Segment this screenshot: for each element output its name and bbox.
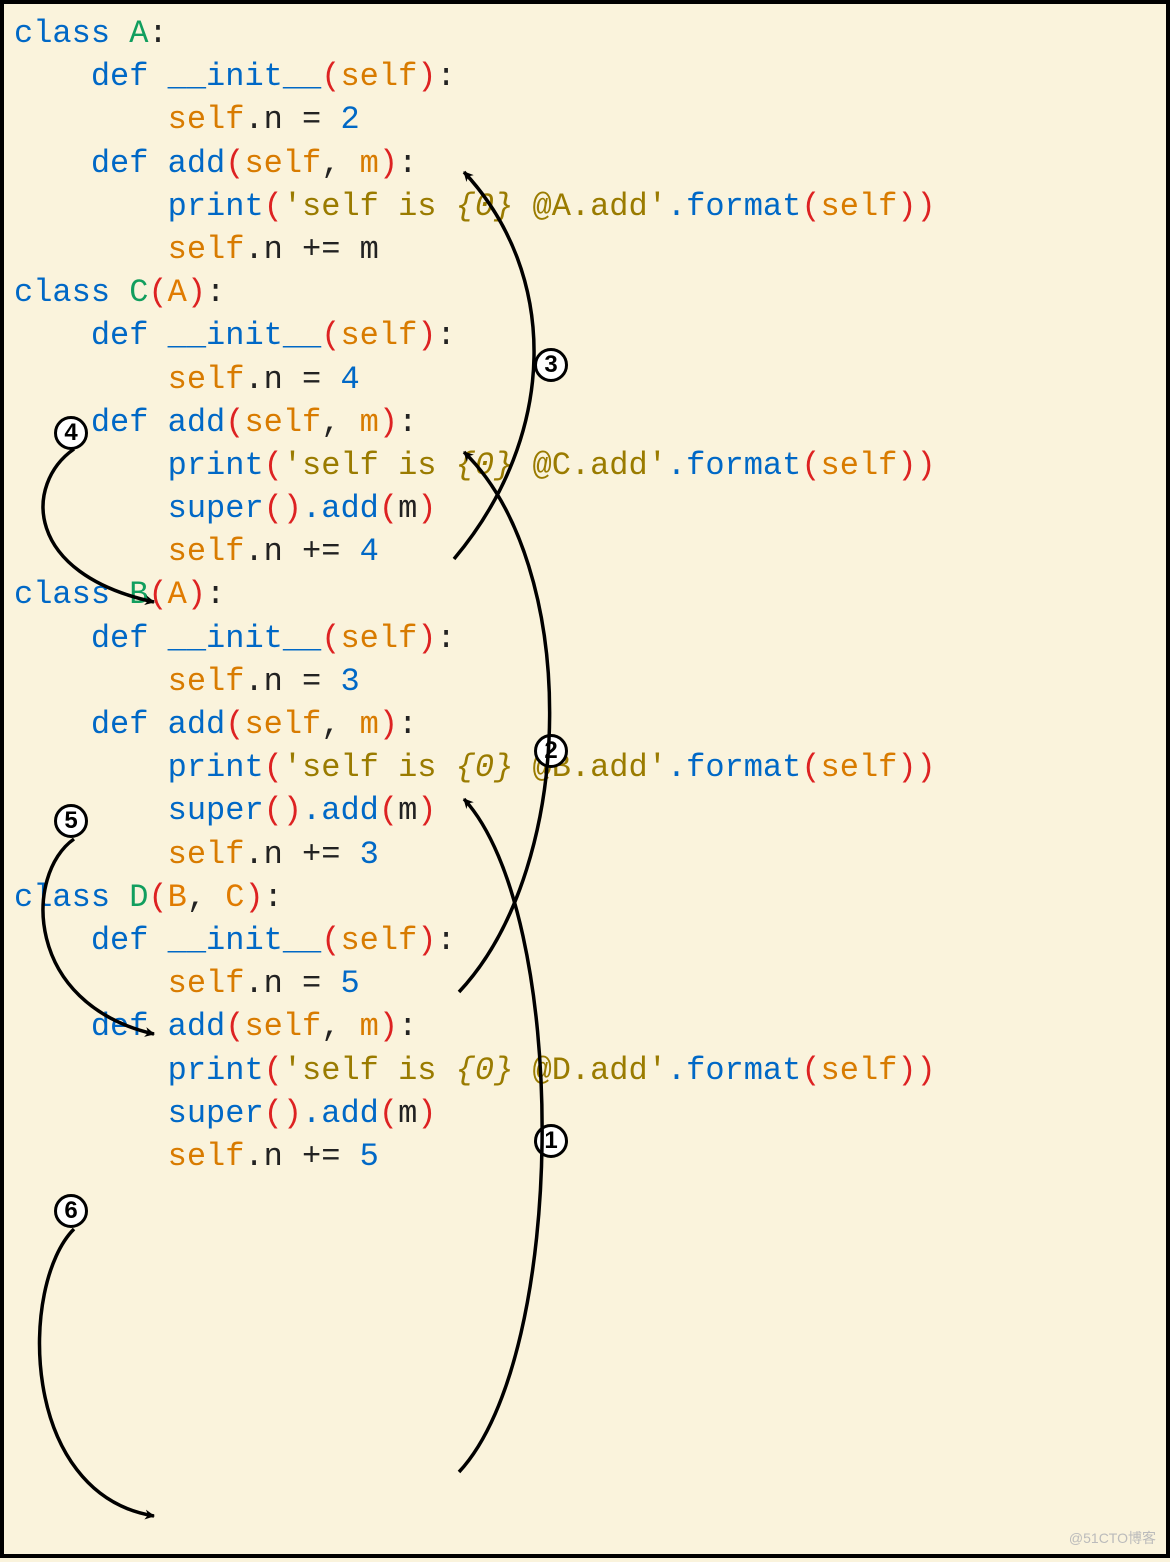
code-block: class A: def __init__(self): self.n = 2 …	[14, 12, 1156, 1178]
class-a-init-body: self.n = 2	[14, 98, 1156, 141]
class-b-add-inc: self.n += 3	[14, 833, 1156, 876]
watermark: @51CTO博客	[1069, 1529, 1156, 1548]
class-d-decl: class D(B, C):	[14, 876, 1156, 919]
class-c-init-body: self.n = 4	[14, 358, 1156, 401]
step-5-badge: 5	[54, 804, 88, 838]
class-c-decl: class C(A):	[14, 271, 1156, 314]
class-b-add-super: super().add(m)	[14, 789, 1156, 832]
step-3-badge: 3	[534, 348, 568, 382]
step-6-badge: 6	[54, 1194, 88, 1228]
class-c-add-print: print('self is {0} @C.add'.format(self))	[14, 444, 1156, 487]
class-d-add-print: print('self is {0} @D.add'.format(self))	[14, 1049, 1156, 1092]
class-b-init-def: def __init__(self):	[14, 617, 1156, 660]
arrow-6	[39, 1229, 154, 1516]
class-a-add-def: def add(self, m):	[14, 142, 1156, 185]
class-d-init-def: def __init__(self):	[14, 919, 1156, 962]
step-4-badge: 4	[54, 416, 88, 450]
class-b-add-print: print('self is {0} @B.add'.format(self))	[14, 746, 1156, 789]
class-d-add-def: def add(self, m):	[14, 1005, 1156, 1048]
class-d-add-super: super().add(m)	[14, 1092, 1156, 1135]
class-a-add-print: print('self is {0} @A.add'.format(self))	[14, 185, 1156, 228]
class-c-add-inc: self.n += 4	[14, 530, 1156, 573]
class-c-add-def: def add(self, m):	[14, 401, 1156, 444]
class-a-add-inc: self.n += m	[14, 228, 1156, 271]
class-b-add-def: def add(self, m):	[14, 703, 1156, 746]
class-c-init-def: def __init__(self):	[14, 314, 1156, 357]
class-d-init-body: self.n = 5	[14, 962, 1156, 1005]
class-d-add-inc: self.n += 5	[14, 1135, 1156, 1178]
class-a-init-def: def __init__(self):	[14, 55, 1156, 98]
step-1-badge: 1	[534, 1124, 568, 1158]
class-a-decl: class A:	[14, 12, 1156, 55]
class-b-init-body: self.n = 3	[14, 660, 1156, 703]
step-2-badge: 2	[534, 734, 568, 768]
class-b-decl: class B(A):	[14, 573, 1156, 616]
class-c-add-super: super().add(m)	[14, 487, 1156, 530]
